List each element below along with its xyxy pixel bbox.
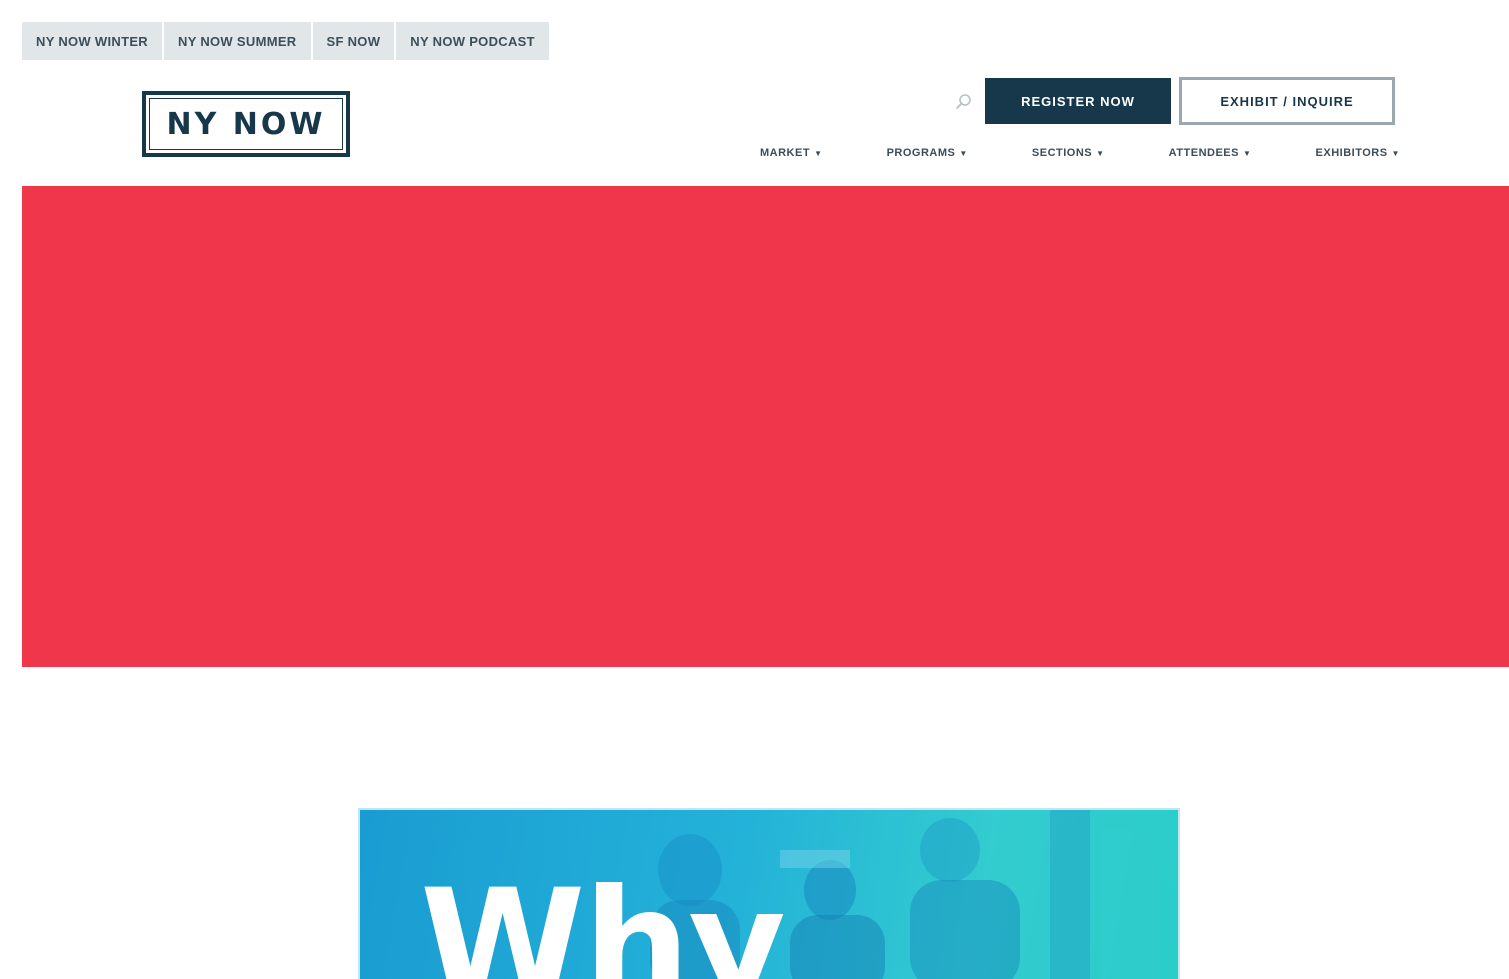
chevron-down-icon: ▼ <box>1096 148 1105 158</box>
site-tab-sf-now[interactable]: SF NOW <box>313 22 397 60</box>
main-nav: MARKET ▼ PROGRAMS ▼ SECTIONS ▼ ATTENDEES… <box>760 143 1400 163</box>
nav-item-exhibitors[interactable]: EXHIBITORS ▼ <box>1316 147 1400 159</box>
promo-card[interactable]: Why <box>360 810 1178 979</box>
chevron-down-icon: ▼ <box>959 148 968 158</box>
nav-item-programs[interactable]: PROGRAMS ▼ <box>887 147 968 159</box>
site-logo[interactable]: NY NOW <box>142 91 350 157</box>
register-now-button[interactable]: REGISTER NOW <box>985 78 1171 124</box>
chevron-down-icon: ▼ <box>814 148 823 158</box>
site-tab-ny-now-summer[interactable]: NY NOW SUMMER <box>164 22 313 60</box>
site-tab-ny-now-podcast[interactable]: NY NOW PODCAST <box>396 22 549 60</box>
nav-item-label: SECTIONS <box>1031 147 1093 159</box>
exhibit-inquire-button[interactable]: EXHIBIT / INQUIRE <box>1179 77 1395 125</box>
nav-item-sections[interactable]: SECTIONS ▼ <box>1032 147 1105 159</box>
chevron-down-icon: ▼ <box>1242 148 1252 158</box>
nav-item-label: EXHIBITORS <box>1315 147 1388 159</box>
promo-heading: Why <box>420 858 786 979</box>
nav-item-label: ATTENDEES <box>1168 147 1239 159</box>
nav-item-label: PROGRAMS <box>886 147 956 159</box>
nav-item-label: MARKET <box>760 147 811 159</box>
hero-banner <box>22 186 1509 667</box>
logo-text: NY NOW <box>166 106 326 142</box>
nav-item-market[interactable]: MARKET ▼ <box>760 147 822 159</box>
site-tabs: NY NOW WINTER NY NOW SUMMER SF NOW NY NO… <box>22 22 549 60</box>
site-tab-ny-now-winter[interactable]: NY NOW WINTER <box>22 22 164 60</box>
chevron-down-icon: ▼ <box>1391 148 1400 158</box>
nav-item-attendees[interactable]: ATTENDEES ▼ <box>1169 147 1252 159</box>
search-icon[interactable] <box>955 93 973 111</box>
